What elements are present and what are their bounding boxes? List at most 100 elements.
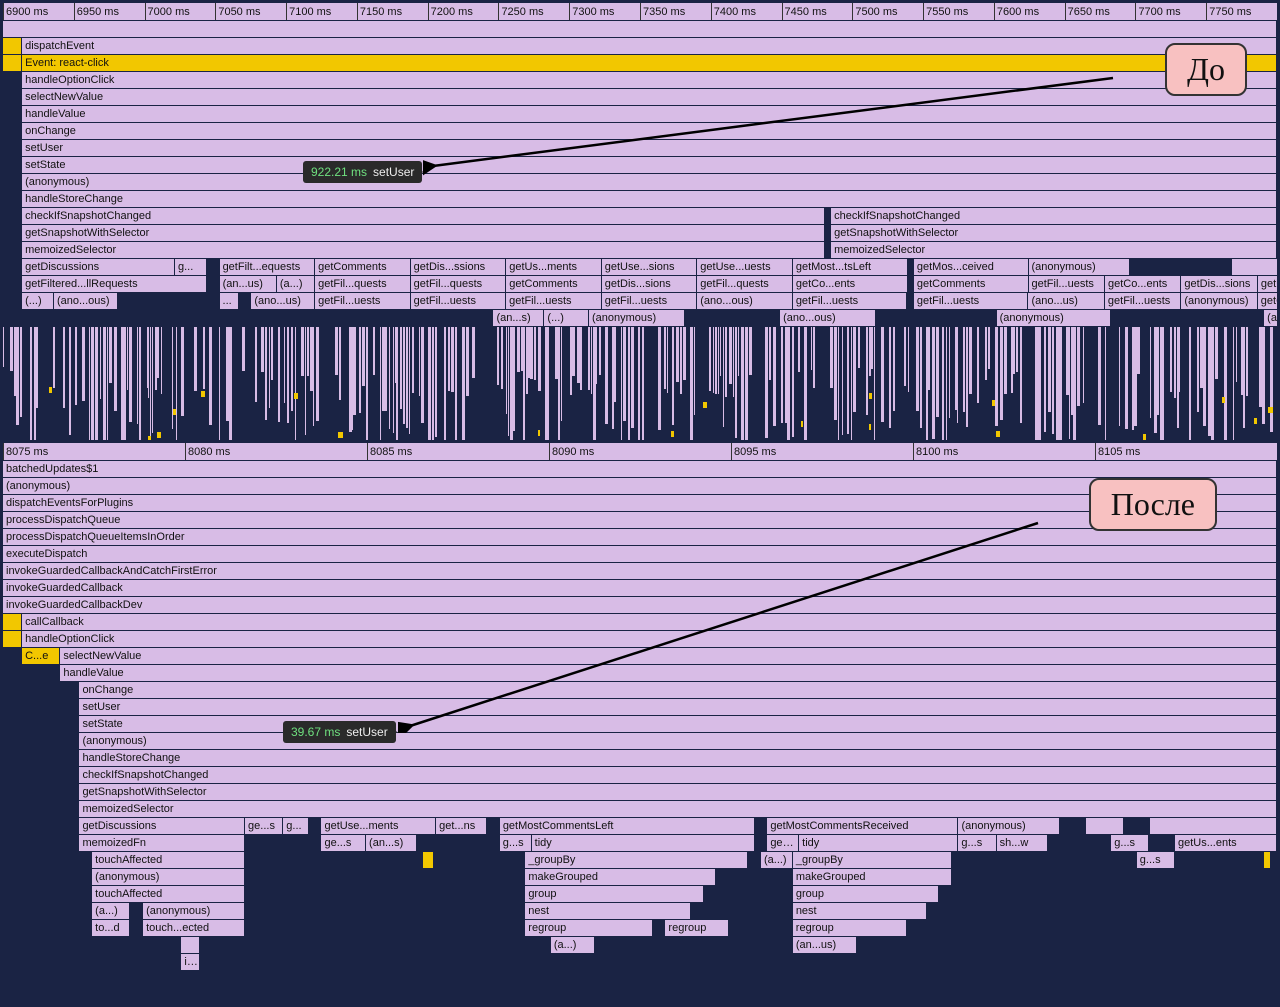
flame-bar[interactable]: tidy [799, 835, 958, 851]
flame-bar[interactable]: (an...s) [493, 310, 544, 326]
flame-bar[interactable]: (...) [22, 293, 54, 309]
flame-bar[interactable]: getDis...ssions [411, 259, 507, 275]
flame-bar[interactable]: _groupBy [525, 852, 748, 868]
flame-bar[interactable]: getUs...ments [1258, 276, 1277, 292]
flame-bar[interactable]: (ano...us) [1028, 293, 1104, 309]
flame-bar[interactable]: handleOptionClick [22, 72, 1277, 88]
flame-bar[interactable]: getFil...uests [793, 293, 908, 309]
flame-bar[interactable]: touchAffected [92, 852, 245, 868]
flame-bar[interactable]: regroup [525, 920, 652, 936]
flame-bar[interactable]: getCo...ents [1258, 293, 1277, 309]
flame-bar[interactable]: getFil...uests [914, 293, 1029, 309]
flame-bar[interactable] [1232, 259, 1277, 275]
flame-bar[interactable]: memoizedSelector [831, 242, 1277, 258]
flame-bar[interactable]: getFil...quests [697, 276, 793, 292]
flame-bar[interactable]: handleOptionClick [22, 631, 1277, 647]
flame-bar[interactable]: _groupBy [793, 852, 952, 868]
flame-bar[interactable]: (a...) [92, 903, 130, 919]
flame-bar[interactable]: getUs...ents [1175, 835, 1277, 851]
flame-bar[interactable]: handleValue [22, 106, 1277, 122]
flame-bar[interactable]: handleStoreChange [22, 191, 1277, 207]
flame-bar[interactable]: getMostCommentsLeft [500, 818, 755, 834]
flame-bar[interactable]: (anonymous) [1181, 293, 1257, 309]
flame-bar[interactable]: makeGrouped [525, 869, 716, 885]
flame-bar[interactable]: selectNewValue [22, 89, 1277, 105]
flame-bar[interactable]: i...k [181, 954, 200, 970]
flame-bar[interactable]: g...s [500, 835, 532, 851]
flame-bar[interactable]: g...s [1137, 852, 1175, 868]
flame-bar[interactable]: getSnapshotWithSelector [79, 784, 1277, 800]
flame-bar[interactable]: invokeGuardedCallbackDev [3, 597, 1277, 613]
flame-bar[interactable]: g...s [1111, 835, 1149, 851]
flame-bar[interactable]: checkIfSnapshotChanged [22, 208, 825, 224]
flame-bar[interactable]: getCo...ents [1105, 276, 1181, 292]
flame-bar[interactable]: g... [175, 259, 207, 275]
flame-bar[interactable]: ge...s [321, 835, 366, 851]
flame-bar[interactable]: memoizedFn [79, 835, 245, 851]
flame-bar[interactable]: selectNewValue [60, 648, 1277, 664]
flame-bar[interactable] [3, 631, 22, 647]
flame-bar[interactable] [1150, 818, 1277, 834]
flame-bar[interactable]: (a...) [761, 852, 793, 868]
flame-bar[interactable]: sh...w [997, 835, 1048, 851]
flame-bar[interactable]: (ano...ous) [54, 293, 118, 309]
flame-bar[interactable]: getFil...uests [506, 293, 602, 309]
flame-bar[interactable] [3, 38, 22, 54]
flame-bar[interactable]: getFil...uests [1105, 293, 1181, 309]
flame-bar[interactable]: getComments [506, 276, 602, 292]
flame-bar[interactable]: getCo...ents [793, 276, 908, 292]
flame-bar[interactable]: getFilt...equests [220, 259, 316, 275]
flame-bar[interactable]: g...s [958, 835, 996, 851]
flame-bar[interactable]: processDispatchQueueItemsInOrder [3, 529, 1277, 545]
flame-bar[interactable]: tidy [532, 835, 755, 851]
flame-bar[interactable]: regroup [665, 920, 729, 936]
flame-bar[interactable]: dispatchEventsForPlugins [3, 495, 1277, 511]
flame-bar[interactable] [1086, 818, 1124, 834]
flame-bar[interactable] [1264, 852, 1271, 868]
flame-bar[interactable]: (a...) [551, 937, 596, 953]
flame-bar[interactable]: touch...ected [143, 920, 245, 936]
flame-bar[interactable]: (anonymous) [92, 869, 245, 885]
flame-bar[interactable]: callCallback [22, 614, 1277, 630]
flame-bar[interactable]: (an...us) [793, 937, 857, 953]
flame-bar[interactable]: (anonymous) [79, 733, 1277, 749]
flame-bar[interactable]: setState [22, 157, 1277, 173]
flame-bar[interactable]: (...) [544, 310, 589, 326]
flame-bar[interactable]: (anonymous) [958, 818, 1060, 834]
flame-bar[interactable]: setState [79, 716, 1277, 732]
flame-bar[interactable]: processDispatchQueue [3, 512, 1277, 528]
flame-bar[interactable]: setUser [22, 140, 1277, 156]
flame-bar[interactable]: (ano...us) [251, 293, 315, 309]
flame-bar[interactable]: dispatchEvent [22, 38, 1277, 54]
flame-bar[interactable]: (anonymous) [3, 478, 1277, 494]
flame-bar[interactable]: getDis...sions [1181, 276, 1257, 292]
flame-bar[interactable]: memoizedSelector [79, 801, 1277, 817]
flame-bar[interactable]: ge...s [245, 818, 283, 834]
flame-bar[interactable]: getFil...uests [315, 293, 411, 309]
flame-bar[interactable]: checkIfSnapshotChanged [831, 208, 1277, 224]
flame-bar[interactable]: getDiscussions [79, 818, 245, 834]
flame-bar[interactable]: getMostCommentsReceived [767, 818, 958, 834]
flame-bar[interactable] [423, 852, 433, 868]
flame-bar[interactable]: ge...ts [767, 835, 799, 851]
flame-bar[interactable]: (a...) [277, 276, 315, 292]
flame-bar[interactable]: Event: react-click [22, 55, 1277, 71]
flame-bar[interactable]: (an...us) [220, 276, 277, 292]
flame-bar[interactable]: (anonymous) [589, 310, 685, 326]
flame-bar[interactable]: (anonymous) [1029, 259, 1131, 275]
flame-bar[interactable]: (anonymous) [997, 310, 1112, 326]
flame-bar[interactable]: onChange [79, 682, 1277, 698]
flame-bar[interactable] [181, 937, 200, 953]
flame-bar[interactable]: getFil...quests [315, 276, 411, 292]
flame-bar[interactable]: nest [525, 903, 691, 919]
flame-bar[interactable]: (anonymous) [143, 903, 245, 919]
flame-bar[interactable]: getDis...sions [602, 276, 698, 292]
flame-bar[interactable]: (ano...ous) [780, 310, 876, 326]
flame-bar[interactable]: invokeGuardedCallback [3, 580, 1277, 596]
flame-bar[interactable]: batchedUpdates$1 [3, 461, 1277, 477]
flame-bar[interactable] [3, 614, 22, 630]
flame-bar[interactable]: getDiscussions [22, 259, 175, 275]
flame-bar[interactable]: getFiltered...llRequests [22, 276, 207, 292]
flame-bar[interactable]: getSnapshotWithSelector [22, 225, 825, 241]
flame-bar[interactable]: get...ns [436, 818, 487, 834]
